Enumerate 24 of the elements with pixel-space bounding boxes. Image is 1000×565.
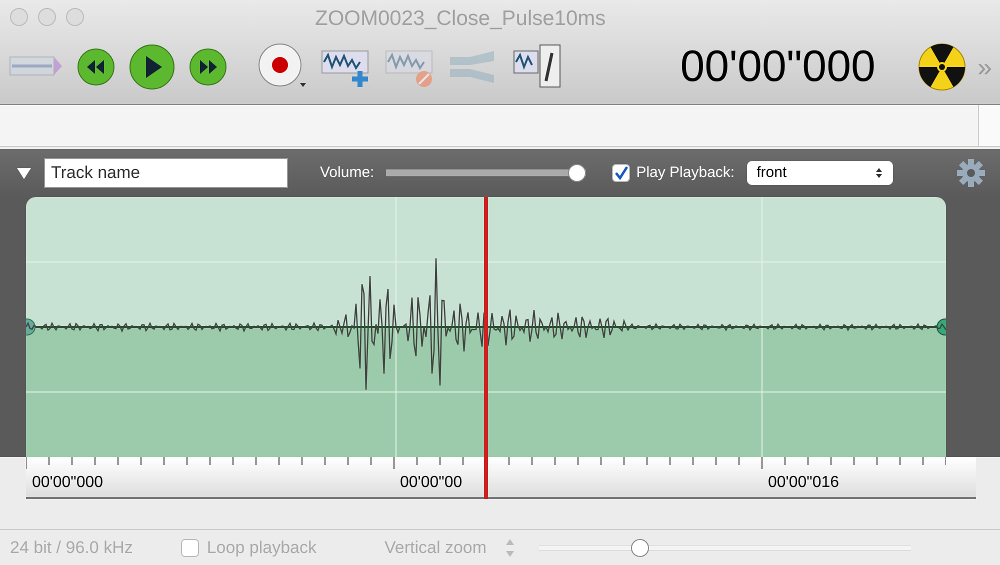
fast-forward-button[interactable] [188, 47, 228, 87]
minimize-button[interactable] [38, 8, 56, 26]
playback-select[interactable]: front [746, 161, 893, 185]
time-display: 00'00"000 [680, 41, 876, 93]
settings-icon[interactable] [956, 158, 986, 188]
loop-checkbox[interactable] [180, 538, 199, 556]
track-name-field[interactable]: Track name [44, 158, 288, 188]
rewind-button[interactable] [76, 47, 116, 87]
time-label: 00'00"000 [32, 473, 104, 493]
zoom-button[interactable] [66, 8, 84, 26]
time-label: 00'00"016 [768, 473, 840, 493]
radiation-icon[interactable] [918, 43, 966, 91]
time-label: 00'00"00 [400, 473, 462, 493]
format-label: 24 bit / 96.0 kHz [10, 536, 133, 559]
loop-label: Loop playback [206, 536, 316, 559]
updown-arrow-icon [874, 167, 883, 179]
window-title: ZOOM0023_Close_Pulse10ms [315, 6, 606, 32]
close-button[interactable] [10, 8, 28, 26]
play-checkbox[interactable] [612, 164, 630, 182]
scroll-bar[interactable] [978, 105, 1000, 146]
volume-label: Volume: [320, 162, 374, 183]
play-playback-label: Play Playback: [636, 162, 735, 183]
play-button[interactable] [128, 43, 176, 91]
vertical-zoom-label: Vertical zoom [384, 536, 487, 559]
